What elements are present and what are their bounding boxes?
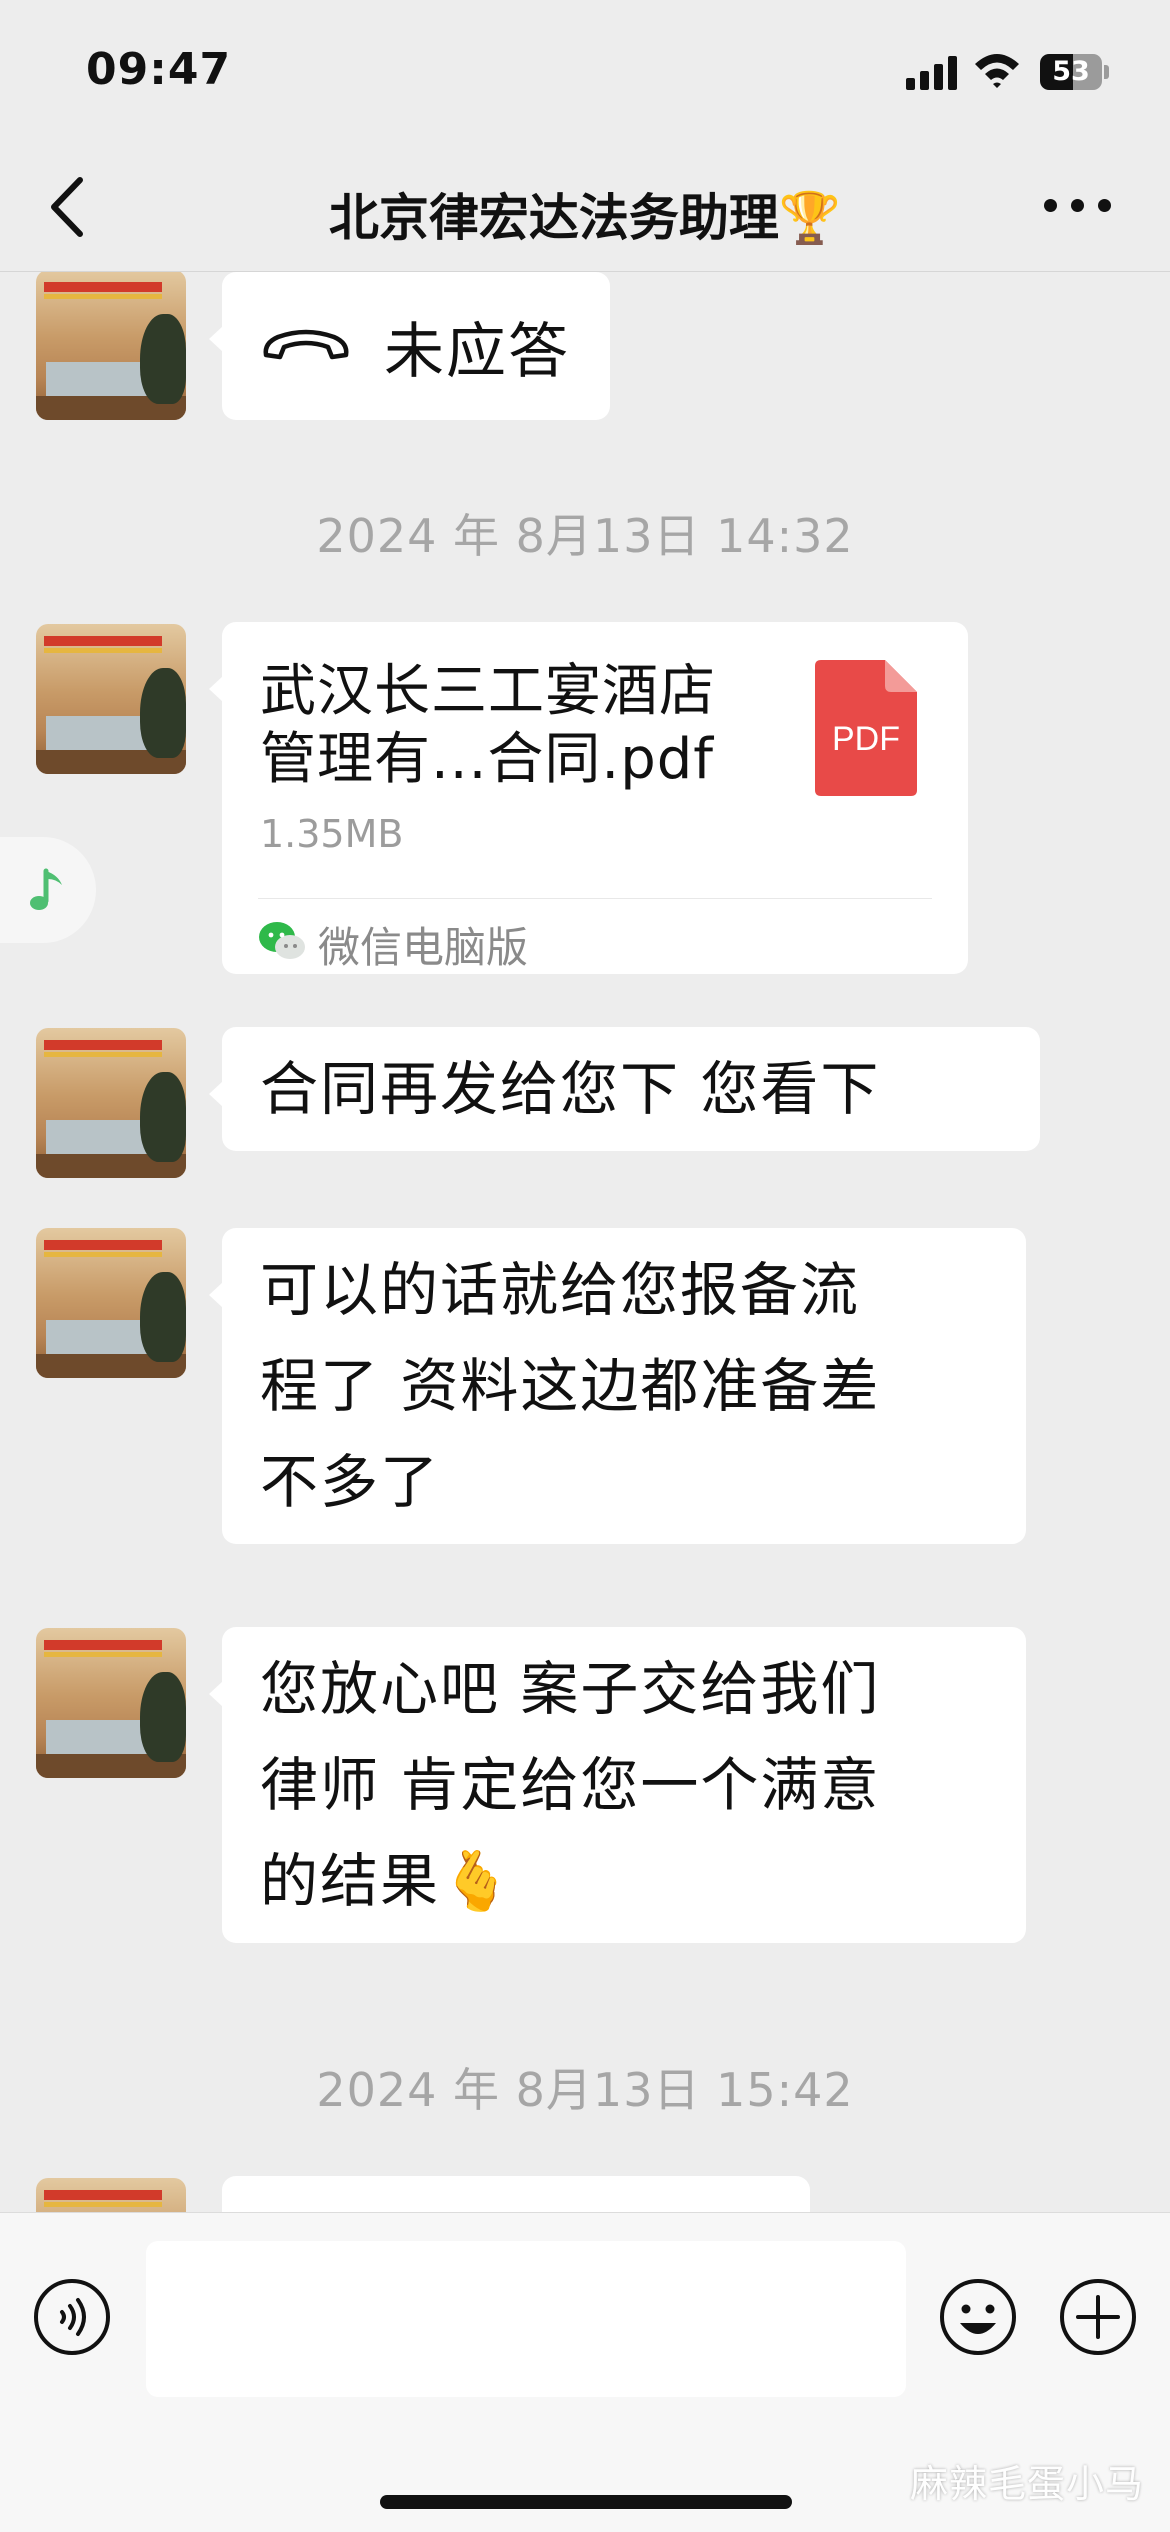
- nav-bar: 北京律宏达法务助理🏆: [0, 150, 1170, 272]
- file-message-bubble[interactable]: 武汉长三工宴酒店 管理有...合同.pdf 1.35MB PDF 微信电脑版: [209, 622, 968, 974]
- wechat-icon: [259, 922, 305, 959]
- text-message-bubble[interactable]: [222, 2176, 810, 2212]
- message-line: 您放心吧 案子交给我们: [260, 1655, 881, 1723]
- message-line: 律师 肯定给您一个满意: [260, 1751, 881, 1819]
- message-input[interactable]: [146, 2241, 906, 2397]
- input-bar: 麻辣毛蛋小马: [0, 2212, 1170, 2532]
- chat-area[interactable]: 未应答 2024 年 8月13日 14:32 武汉长三工宴酒店 管理有...合同…: [0, 272, 1170, 2212]
- message-line: 可以的话就给您报备流: [260, 1256, 861, 1324]
- text-message-bubble[interactable]: 可以的话就给您报备流 程了 资料这边都准备差 不多了: [209, 1228, 1026, 1544]
- message-line: 程了 资料这边都准备差: [260, 1352, 881, 1420]
- watermark: 麻辣毛蛋小马: [909, 2462, 1144, 2506]
- avatar[interactable]: [36, 272, 186, 420]
- chat-title: 北京律宏达法务助理🏆: [328, 189, 842, 247]
- text-message-bubble[interactable]: 合同再发给您下 您看下: [209, 1027, 1040, 1151]
- timestamp: 2024 年 8月13日 14:32: [316, 509, 854, 563]
- message-line: 的结果🫰: [260, 1847, 515, 1915]
- missed-call-bubble[interactable]: 未应答: [209, 272, 610, 420]
- music-note-icon: [30, 868, 62, 910]
- missed-call-text: 未应答: [384, 316, 570, 387]
- pdf-file-icon: PDF: [815, 660, 917, 796]
- message-line: 不多了: [260, 1448, 441, 1516]
- svg-text:PDF: PDF: [832, 720, 900, 758]
- cellular-signal-icon: [906, 56, 958, 90]
- ellipsis-icon[interactable]: [1040, 190, 1116, 220]
- avatar[interactable]: [36, 624, 186, 774]
- battery-level: 53: [1052, 56, 1090, 87]
- file-source: 微信电脑版: [318, 923, 529, 972]
- home-indicator[interactable]: [380, 2495, 792, 2509]
- status-time: 09:47: [86, 44, 232, 95]
- plus-circle-icon[interactable]: [1058, 2277, 1138, 2357]
- message-line: 合同再发给您下 您看下: [260, 1055, 881, 1123]
- text-message-bubble[interactable]: 您放心吧 案子交给我们 律师 肯定给您一个满意 的结果🫰: [209, 1627, 1026, 1943]
- chevron-left-icon[interactable]: [44, 172, 94, 242]
- wifi-icon: [975, 54, 1019, 88]
- avatar[interactable]: [36, 1228, 186, 1378]
- battery-icon: 53: [1040, 54, 1110, 90]
- avatar[interactable]: [36, 1028, 186, 1178]
- status-bar: 09:47 53: [0, 0, 1170, 150]
- timestamp: 2024 年 8月13日 15:42: [316, 2063, 854, 2117]
- smiley-icon[interactable]: [938, 2277, 1018, 2357]
- avatar[interactable]: [36, 2178, 186, 2212]
- floating-music-handle[interactable]: [0, 837, 96, 943]
- file-size: 1.35MB: [260, 812, 404, 856]
- avatar[interactable]: [36, 1628, 186, 1778]
- voice-icon[interactable]: [32, 2277, 112, 2357]
- phone-hangup-icon: [263, 329, 349, 360]
- file-name: 武汉长三工宴酒店 管理有...合同.pdf: [260, 659, 716, 792]
